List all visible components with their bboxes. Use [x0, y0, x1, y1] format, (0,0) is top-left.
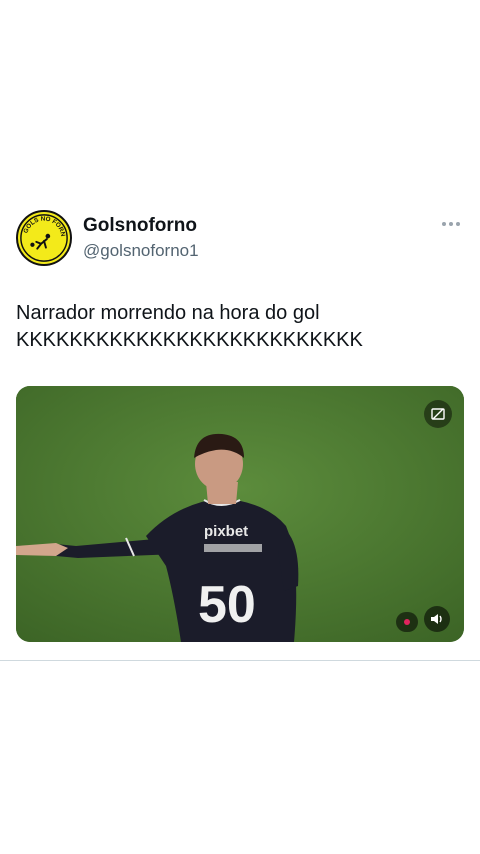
svg-text:pixbet: pixbet: [204, 523, 248, 540]
fullscreen-button[interactable]: [424, 400, 452, 428]
recording-dot-icon: [404, 619, 410, 625]
logo-icon: GOLS NO FORNO: [18, 211, 68, 262]
tweet-card[interactable]: GOLS NO FORNO Golsnoforno @golsnoforno1 …: [0, 0, 480, 661]
video-status-badge: [396, 612, 418, 632]
video-frame: pixbet 50: [16, 386, 464, 642]
tweet-text-line-2: KKKKKKKKKKKKKKKKKKKKKKKKKK: [16, 329, 363, 351]
display-name[interactable]: Golsnoforno: [83, 215, 197, 237]
avatar[interactable]: GOLS NO FORNO: [16, 210, 72, 266]
fullscreen-icon: [431, 408, 445, 420]
volume-button[interactable]: [424, 606, 450, 632]
tweet-text: Narrador morrendo na hora do gol KKKKKKK…: [16, 300, 466, 354]
video-player[interactable]: pixbet 50: [16, 386, 464, 642]
volume-icon: [431, 614, 442, 624]
account-handle[interactable]: @golsnoforno1: [83, 241, 199, 261]
divider: [0, 660, 480, 661]
more-options-icon[interactable]: [442, 218, 464, 230]
tweet-text-line-1: Narrador morrendo na hora do gol: [16, 302, 320, 324]
svg-text:50: 50: [198, 576, 256, 634]
